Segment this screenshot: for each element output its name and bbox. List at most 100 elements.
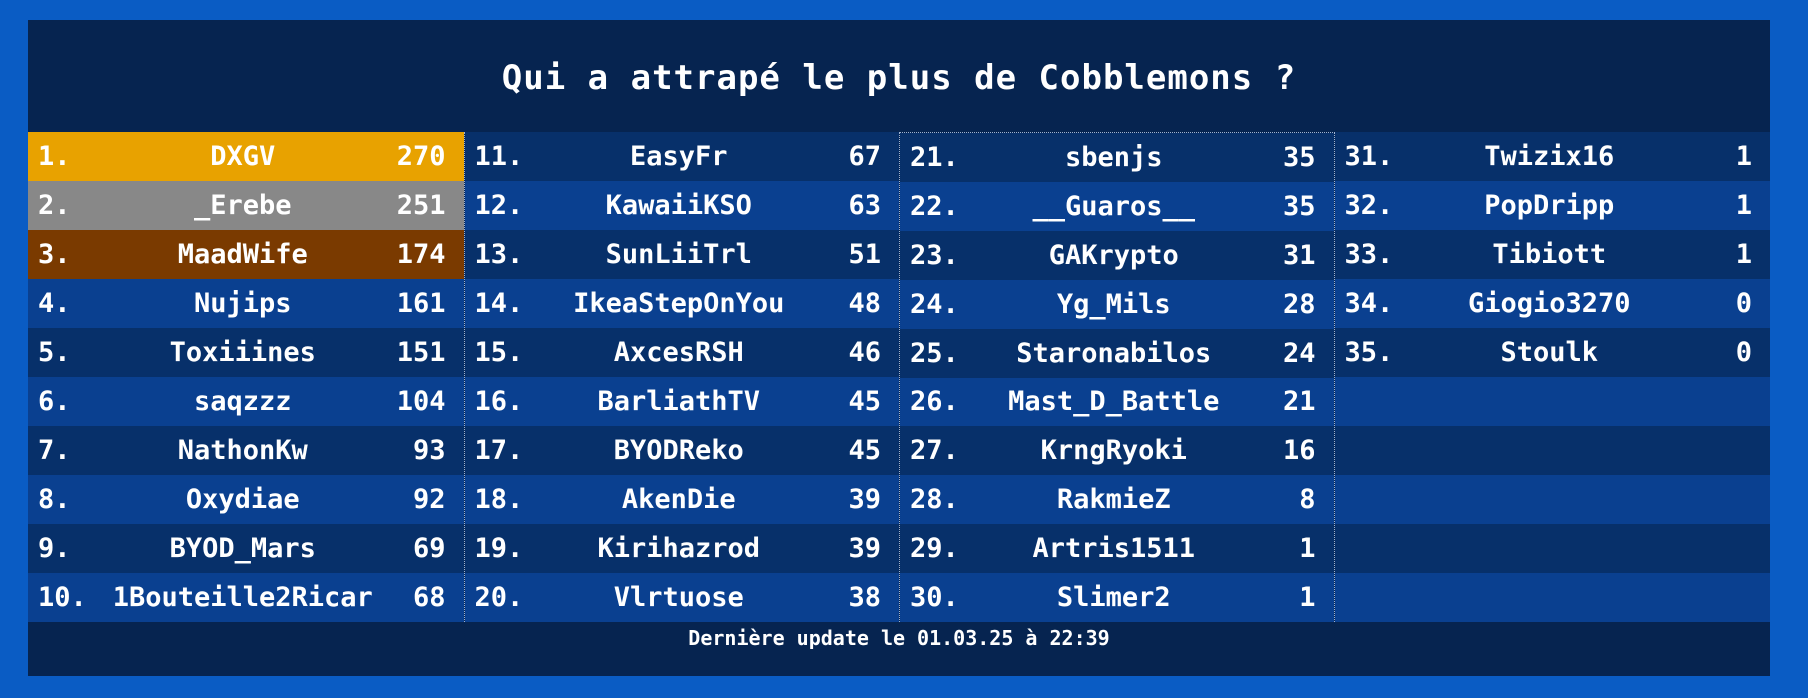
leaderboard-row: 27. KrngRyoki 16 (900, 426, 1334, 476)
leaderboard-grid: 1. DXGV 270 2. _Erebe 251 3. MaadWife 174 4. Nujip… (28, 132, 1770, 623)
player-name: Slimer2 (1056, 582, 1171, 614)
rank-label: 11. (474, 141, 524, 172)
player-name: Artris1511 (1032, 533, 1196, 565)
catch-count: 28 (1282, 288, 1316, 320)
player-name: Vlrtuose (613, 582, 744, 613)
leaderboard-row: 20. Vlrtuose 38 (464, 573, 899, 622)
leaderboard-row: 30. Slimer2 1 (900, 573, 1334, 623)
catch-count: 31 (1282, 239, 1316, 271)
catch-count: 35 (1282, 190, 1316, 222)
leaderboard-row: 8. Oxydiae 92 (28, 475, 464, 524)
rank-label: 12. (474, 190, 524, 221)
player-name: RakmieZ (1056, 484, 1171, 516)
rank-label: 20. (474, 582, 524, 613)
player-name: GAKrypto (1048, 239, 1179, 271)
rank-label: 6. (38, 386, 71, 417)
catch-count: 151 (396, 337, 446, 368)
leaderboard-row: 25. Staronabilos 24 (900, 328, 1334, 378)
rank-label: 21. (910, 141, 959, 173)
catch-count: 24 (1282, 337, 1316, 369)
catch-count: 1 (1735, 190, 1752, 221)
player-name: Oxydiae (185, 484, 300, 515)
last-update-text: Dernière update le 01.03.25 à 22:39 (688, 626, 1110, 650)
player-name: DXGV (210, 141, 276, 172)
rank-label: 35. (1344, 337, 1394, 368)
catch-count: 8 (1299, 484, 1316, 516)
rank-label: 23. (910, 239, 959, 271)
rank-label: 5. (38, 337, 71, 368)
empty-row (1334, 377, 1770, 426)
player-name: 1Bouteille2Ricar (112, 582, 373, 613)
leaderboard-row: 29. Artris1511 1 (900, 524, 1334, 574)
player-name: Stoulk (1500, 337, 1599, 368)
leaderboard-row: 9. BYOD_Mars 69 (28, 524, 464, 573)
catch-count: 46 (848, 337, 881, 368)
rank-label: 25. (910, 337, 959, 369)
leaderboard-row: 4. Nujips 161 (28, 279, 464, 328)
rank-label: 4. (38, 288, 71, 319)
rank-label: 18. (474, 484, 524, 515)
rank-label: 16. (474, 386, 524, 417)
player-name: Tibiott (1492, 239, 1607, 270)
leaderboard-row: 10. 1Bouteille2Ricar 68 (28, 573, 464, 622)
rank-label: 24. (910, 288, 959, 320)
player-name: KrngRyoki (1040, 435, 1187, 467)
leaderboard-row: 6. saqzzz 104 (28, 377, 464, 426)
leaderboard-row: 22. __Guaros__ 35 (900, 181, 1334, 231)
player-name: SunLiiTrl (605, 239, 752, 270)
player-name: EasyFr (629, 141, 728, 172)
player-name: BYODReko (613, 435, 744, 466)
leaderboard-row: 1. DXGV 270 (28, 132, 464, 181)
leaderboard-row: 5. Toxiiines 151 (28, 328, 464, 377)
catch-count: 45 (848, 386, 881, 417)
catch-count: 251 (396, 190, 446, 221)
catch-count: 270 (396, 141, 446, 172)
player-name: saqzzz (193, 386, 292, 417)
player-name: sbenjs (1064, 141, 1163, 173)
rank-label: 7. (38, 435, 71, 466)
player-name: __Guaros__ (1032, 190, 1196, 222)
leaderboard-row: 31. Twizix16 1 (1334, 132, 1770, 181)
player-name: Kirihazrod (597, 533, 761, 564)
player-name: Giogio3270 (1467, 288, 1631, 319)
rank-label: 29. (910, 533, 959, 565)
player-name: Toxiiines (169, 337, 316, 368)
catch-count: 1 (1299, 533, 1316, 565)
leaderboard-row: 2. _Erebe 251 (28, 181, 464, 230)
catch-count: 48 (848, 288, 881, 319)
leaderboard-row: 16. BarliathTV 45 (464, 377, 899, 426)
catch-count: 1 (1735, 239, 1752, 270)
rank-label: 30. (910, 582, 959, 614)
leaderboard-row: 28. RakmieZ 8 (900, 475, 1334, 525)
empty-row (1334, 475, 1770, 524)
leaderboard-column-4: 31. Twizix16 1 32. PopDripp 1 33. Tibiott 1 34. Gi… (1334, 132, 1770, 622)
catch-count: 0 (1735, 288, 1752, 319)
catch-count: 63 (848, 190, 881, 221)
rank-label: 13. (474, 239, 524, 270)
rank-label: 10. (38, 582, 87, 613)
player-name: PopDripp (1484, 190, 1615, 221)
rank-label: 17. (474, 435, 524, 466)
catch-count: 39 (848, 484, 881, 515)
catch-count: 174 (396, 239, 446, 270)
leaderboard-row: 26. Mast_D_Battle 21 (900, 377, 1334, 427)
rank-label: 28. (910, 484, 959, 516)
rank-label: 31. (1344, 141, 1394, 172)
catch-count: 39 (848, 533, 881, 564)
catch-count: 67 (848, 141, 881, 172)
leaderboard-row: 14. IkeaStepOnYou 48 (464, 279, 899, 328)
catch-count: 45 (848, 435, 881, 466)
catch-count: 161 (396, 288, 446, 319)
player-name: NathonKw (177, 435, 308, 466)
player-name: AkenDie (621, 484, 736, 515)
catch-count: 16 (1282, 435, 1316, 467)
rank-label: 22. (910, 190, 959, 222)
catch-count: 68 (412, 582, 446, 613)
rank-label: 32. (1344, 190, 1394, 221)
leaderboard-row: 23. GAKrypto 31 (900, 230, 1334, 280)
leaderboard-row: 17. BYODReko 45 (464, 426, 899, 475)
leaderboard-row: 12. KawaiiKSO 63 (464, 181, 899, 230)
catch-count: 104 (396, 386, 446, 417)
catch-count: 69 (412, 533, 446, 564)
player-name: Staronabilos (1016, 337, 1212, 369)
